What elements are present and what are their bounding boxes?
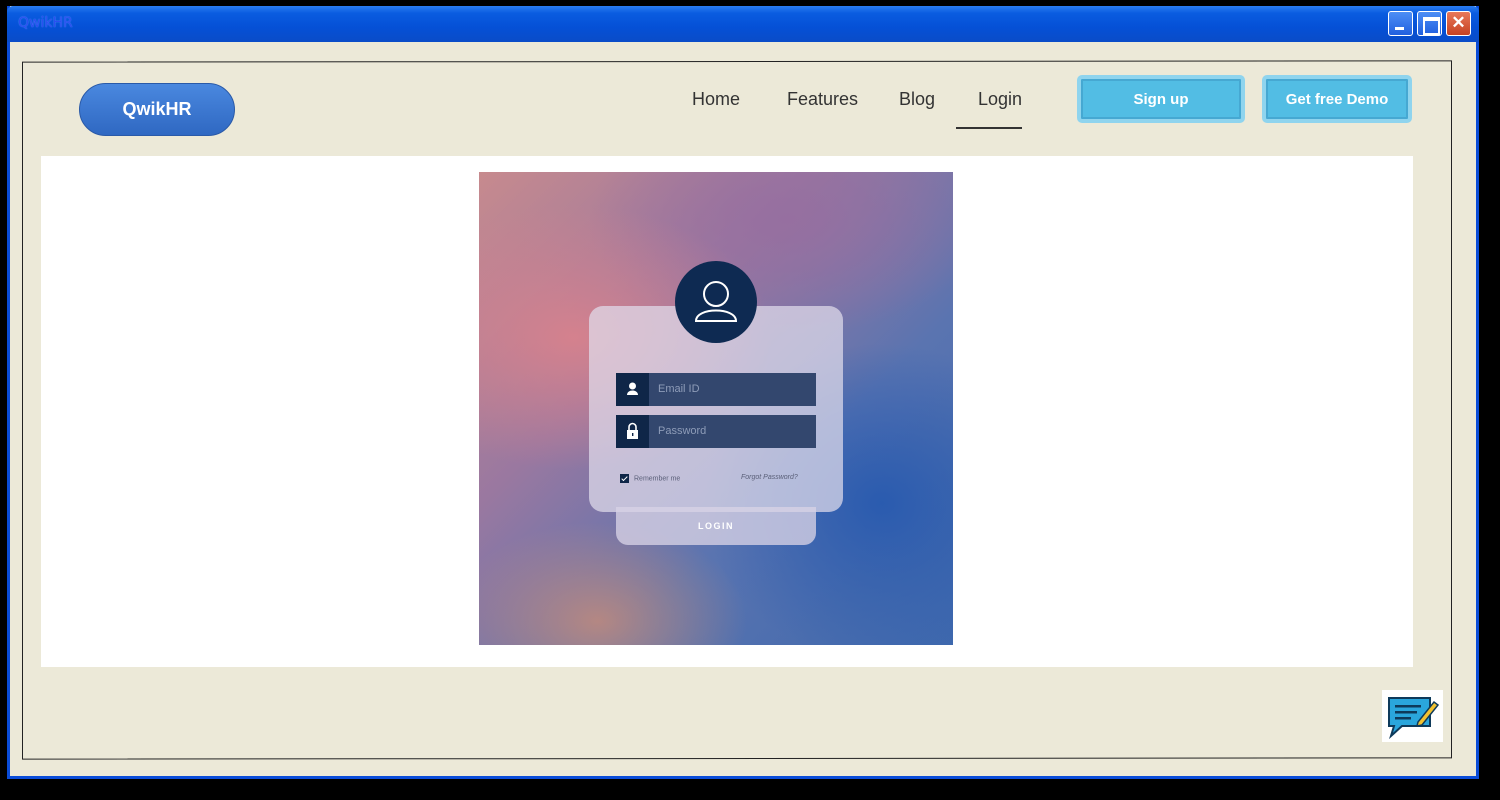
illustration-login-button: LOGIN bbox=[616, 507, 816, 545]
nav-login[interactable]: Login bbox=[978, 89, 1022, 110]
nav-home[interactable]: Home bbox=[692, 89, 740, 110]
active-nav-underline bbox=[956, 127, 1022, 129]
email-placeholder: Email ID bbox=[658, 383, 700, 395]
remember-me: Remember me bbox=[620, 474, 680, 483]
illustration-email-field: Email ID bbox=[616, 373, 816, 406]
close-icon: ✕ bbox=[1451, 13, 1466, 32]
checkbox-icon bbox=[620, 474, 629, 483]
lock-icon bbox=[616, 415, 649, 448]
illustration-password-field: Password bbox=[616, 415, 816, 448]
avatar bbox=[675, 261, 757, 343]
title-bar[interactable]: QwikHR ✕ bbox=[7, 6, 1479, 42]
remember-label: Remember me bbox=[634, 475, 681, 483]
login-illustration: LOGIN Email ID Password Remember me Forg… bbox=[479, 172, 953, 645]
window-title: QwikHR bbox=[18, 15, 73, 31]
minimize-button[interactable] bbox=[1388, 11, 1413, 36]
nav-features[interactable]: Features bbox=[787, 89, 858, 110]
maximize-button[interactable] bbox=[1417, 11, 1442, 36]
signup-button[interactable]: Sign up bbox=[1077, 75, 1245, 123]
chat-edit-icon[interactable] bbox=[1382, 690, 1443, 742]
password-placeholder: Password bbox=[658, 425, 707, 437]
forgot-password: Forgot Password? bbox=[741, 474, 798, 481]
close-button[interactable]: ✕ bbox=[1446, 11, 1471, 36]
logo-button[interactable]: QwikHR bbox=[79, 83, 235, 136]
user-icon bbox=[616, 373, 649, 406]
user-icon bbox=[694, 281, 738, 322]
nav-blog[interactable]: Blog bbox=[899, 89, 935, 110]
get-demo-button[interactable]: Get free Demo bbox=[1262, 75, 1412, 123]
